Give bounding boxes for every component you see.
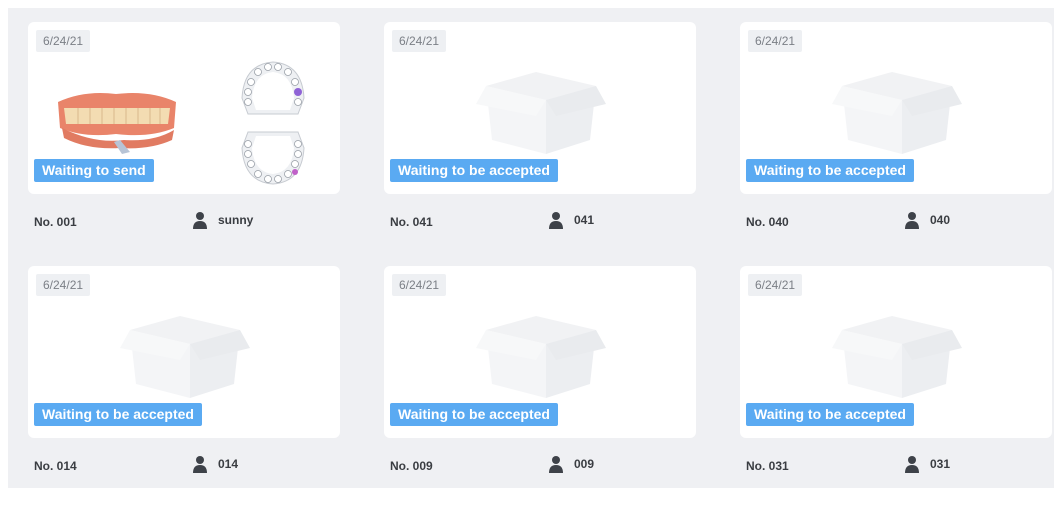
person-icon [549, 212, 563, 229]
patient-name: 031 [930, 457, 951, 471]
empty-box-icon [832, 316, 962, 398]
person-icon [905, 456, 919, 473]
patient-info: 040 [904, 209, 950, 231]
empty-box-icon [476, 316, 606, 398]
order-footer: No. 014 014 [28, 438, 340, 494]
order-number: No. 040 [746, 215, 789, 229]
status-badge: Waiting to be accepted [34, 403, 202, 426]
patient-info: 041 [548, 209, 594, 231]
order-card[interactable]: 6/24/21 Waiting to be accepted No. 014 0… [28, 266, 340, 510]
order-date: 6/24/21 [36, 30, 91, 52]
order-footer: No. 009 009 [384, 438, 696, 494]
order-thumbnail[interactable]: 6/24/21 Waiting to be accepted [740, 266, 1052, 438]
patient-info: 009 [548, 453, 594, 475]
order-thumbnail[interactable]: 6/24/21 Waiting to be accepted [740, 22, 1052, 194]
order-date: 6/24/21 [36, 274, 91, 296]
order-number: No. 041 [390, 215, 433, 229]
order-number: No. 014 [34, 459, 77, 473]
order-number: No. 009 [390, 459, 433, 473]
status-badge: Waiting to be accepted [390, 403, 558, 426]
empty-box-icon [476, 72, 606, 154]
person-icon [193, 212, 207, 229]
status-badge: Waiting to be accepted [746, 403, 914, 426]
person-icon [905, 212, 919, 229]
dental-scan-preview [58, 93, 176, 154]
order-thumbnail[interactable]: 6/24/21 Waiting to be accepted [384, 22, 696, 194]
patient-name: sunny [218, 213, 254, 227]
order-thumbnail[interactable]: 6/24/21 Waiting to be accepted [28, 266, 340, 438]
order-card[interactable]: 6/24/21 Waiting to be accepted No. 040 0… [740, 22, 1052, 266]
order-card[interactable]: 6/24/21 Waiting to be accepted No. 041 0… [384, 22, 696, 266]
patient-name: 014 [218, 457, 239, 471]
order-thumbnail[interactable]: 6/24/21 Waiting to be accepted [384, 266, 696, 438]
empty-box-icon [120, 316, 250, 398]
patient-info: sunny [192, 209, 253, 231]
order-date: 6/24/21 [748, 30, 803, 52]
order-date: 6/24/21 [748, 274, 803, 296]
status-badge: Waiting to be accepted [390, 159, 558, 182]
patient-info: 031 [904, 453, 950, 475]
status-badge: Waiting to be accepted [746, 159, 914, 182]
patient-name: 040 [930, 213, 951, 227]
order-footer: No. 031 031 [740, 438, 1052, 494]
order-date: 6/24/21 [392, 274, 447, 296]
order-grid: 6/24/21 Waiting to send No. 001 sunny 6/… [8, 8, 1054, 488]
status-badge: Waiting to send [34, 159, 154, 182]
tooth-chart-diagram [241, 61, 305, 185]
patient-info: 014 [192, 453, 238, 475]
order-number: No. 031 [746, 459, 789, 473]
order-footer: No. 001 sunny [28, 194, 340, 250]
patient-name: 009 [574, 457, 595, 471]
empty-box-icon [832, 72, 962, 154]
order-thumbnail[interactable]: 6/24/21 Waiting to send [28, 22, 340, 194]
person-icon [549, 456, 563, 473]
order-card[interactable]: 6/24/21 Waiting to send No. 001 sunny [28, 22, 340, 266]
order-card[interactable]: 6/24/21 Waiting to be accepted No. 009 0… [384, 266, 696, 510]
order-card[interactable]: 6/24/21 Waiting to be accepted No. 031 0… [740, 266, 1052, 510]
order-footer: No. 041 041 [384, 194, 696, 250]
order-footer: No. 040 040 [740, 194, 1052, 250]
order-number: No. 001 [34, 215, 77, 229]
person-icon [193, 456, 207, 473]
patient-name: 041 [574, 213, 595, 227]
order-date: 6/24/21 [392, 30, 447, 52]
